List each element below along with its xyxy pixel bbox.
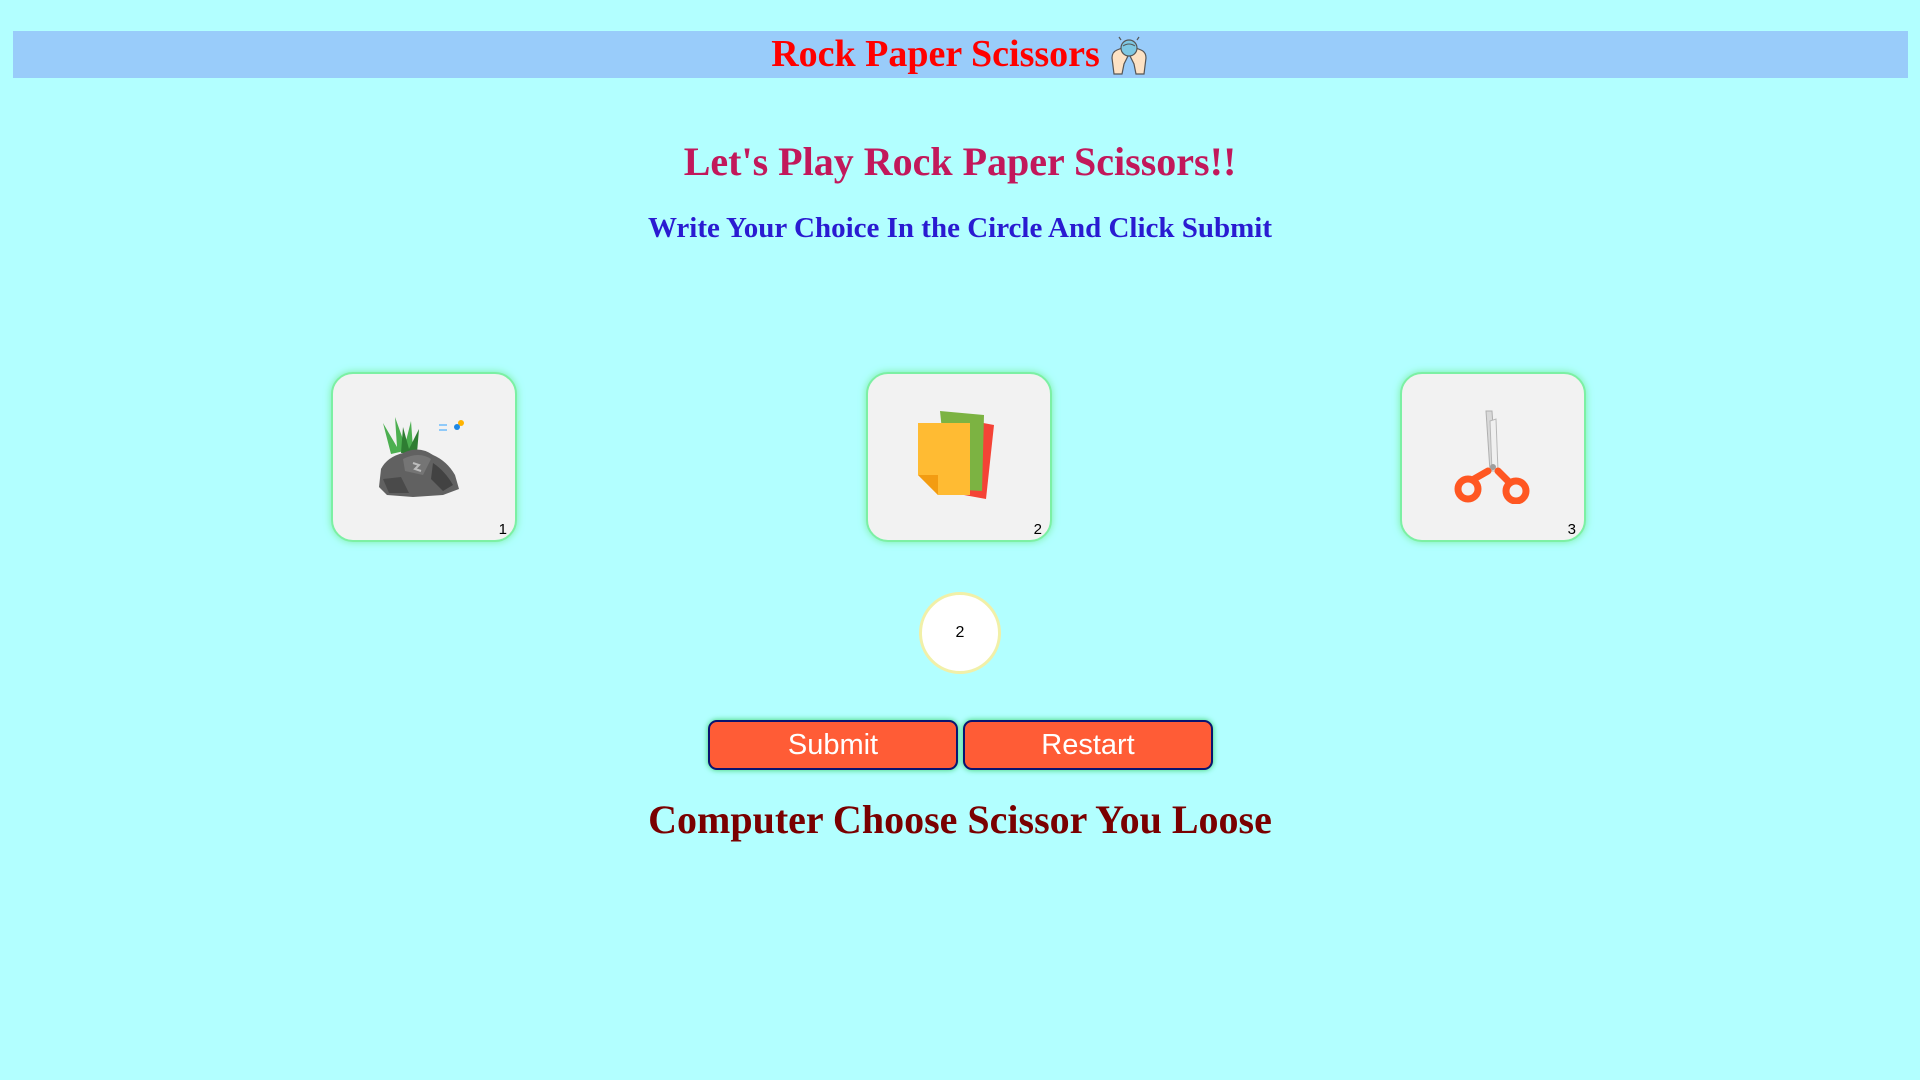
page-heading: Let's Play Rock Paper Scissors!! xyxy=(683,139,1237,184)
scissors-number: 3 xyxy=(1567,521,1576,538)
instruction-text: Write Your Choice In the Circle And Clic… xyxy=(647,212,1273,244)
rock-number: 1 xyxy=(498,521,507,538)
scissors-icon xyxy=(1454,410,1530,504)
paper-number: 2 xyxy=(1033,521,1042,538)
paper-icon xyxy=(918,411,994,499)
result-text: Computer Choose Scissor You Loose xyxy=(648,797,1272,842)
header-bar: Rock Paper Scissors xyxy=(13,31,1908,78)
rock-icon xyxy=(379,417,464,497)
scissors-choice-card[interactable]: 3 xyxy=(1400,372,1586,542)
restart-button[interactable]: Restart xyxy=(963,720,1213,770)
choice-input-circle[interactable] xyxy=(919,592,1001,674)
paper-choice-card[interactable]: 2 xyxy=(866,372,1052,542)
header-title: Rock Paper Scissors xyxy=(771,33,1100,75)
rock-choice-card[interactable]: 1 xyxy=(331,372,517,542)
rock-paper-scissors-hands-icon xyxy=(1108,34,1150,76)
page: Rock Paper Scissors Let's Play Rock Pape… xyxy=(0,0,1920,1080)
submit-button[interactable]: Submit xyxy=(708,720,958,770)
